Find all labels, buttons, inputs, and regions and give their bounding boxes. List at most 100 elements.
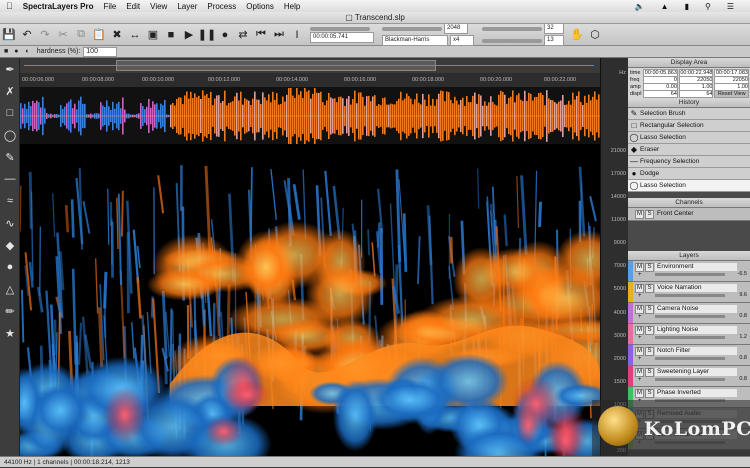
- add-icon[interactable]: +: [638, 272, 642, 278]
- history-item[interactable]: ●Dodge: [628, 168, 750, 180]
- frequency-selection-tool-icon[interactable]: ―: [0, 168, 20, 190]
- mute-button[interactable]: M: [635, 368, 644, 377]
- solo-button[interactable]: S: [645, 305, 654, 314]
- history-item[interactable]: ✎Selection Brush: [628, 108, 750, 120]
- channel-row[interactable]: MS Front Center: [628, 208, 750, 221]
- layer-gain-slider[interactable]: [655, 378, 725, 381]
- spray-tool-icon[interactable]: ★: [0, 322, 20, 344]
- timeline-overview[interactable]: [20, 58, 600, 73]
- wifi-icon[interactable]: ▲: [661, 2, 669, 11]
- menu-file[interactable]: File: [103, 2, 116, 11]
- frequency-ruler[interactable]: Hz 2100017000140001100090007000500040003…: [600, 58, 628, 456]
- time-field[interactable]: 00:00:05.741: [310, 32, 374, 43]
- cube-icon[interactable]: ⬡: [588, 27, 602, 43]
- history-item[interactable]: ◆Eraser: [628, 144, 750, 156]
- copy-icon[interactable]: ⧉: [74, 27, 88, 43]
- timeline-ruler[interactable]: 00:00:06.000 00:00:08.000 00:00:10.000 0…: [20, 58, 600, 88]
- display-area-field[interactable]: 64: [679, 90, 714, 98]
- brush-soft-icon[interactable]: ◖: [24, 48, 28, 55]
- solo-button[interactable]: S: [645, 368, 654, 377]
- spectrogram-view[interactable]: [20, 144, 600, 456]
- layer-gain-slider[interactable]: [655, 336, 725, 339]
- time-selection-tool-icon[interactable]: ✗: [0, 80, 20, 102]
- menu-edit[interactable]: Edit: [126, 2, 140, 11]
- fft-slider[interactable]: [382, 27, 442, 31]
- pause-icon[interactable]: ❚❚: [200, 27, 214, 43]
- magic-wand-tool-icon[interactable]: ∿: [0, 212, 20, 234]
- search-icon[interactable]: ⚲: [705, 2, 711, 11]
- layer-name[interactable]: Environment: [655, 263, 737, 271]
- mute-button[interactable]: M: [635, 263, 644, 272]
- mute-button[interactable]: M: [635, 210, 644, 219]
- mute-button[interactable]: M: [635, 389, 644, 398]
- brush-selection-tool-icon[interactable]: ✎: [0, 146, 20, 168]
- add-icon[interactable]: +: [638, 293, 642, 299]
- loop-icon[interactable]: ⇄: [236, 27, 250, 43]
- layer-row[interactable]: MSSweetening Layer+0.8: [628, 366, 750, 387]
- skip-forward-icon[interactable]: ⏭: [272, 27, 286, 43]
- layer-name[interactable]: Camera Noise: [655, 305, 737, 313]
- layer-name[interactable]: Sweetening Layer: [655, 368, 737, 376]
- eraser-tool-icon[interactable]: ◆: [0, 234, 20, 256]
- mute-button[interactable]: M: [635, 305, 644, 314]
- solo-button[interactable]: S: [645, 210, 654, 219]
- add-icon[interactable]: +: [638, 314, 642, 320]
- mute-button[interactable]: M: [635, 347, 644, 356]
- layer-row[interactable]: MSEnvironment+-6.5: [628, 261, 750, 282]
- delete-icon[interactable]: ✖: [110, 27, 124, 43]
- horizontal-zoom-icon[interactable]: ↔: [128, 27, 142, 43]
- undo-icon[interactable]: ↶: [20, 27, 34, 43]
- menu-process[interactable]: Process: [207, 2, 236, 11]
- cursor-icon[interactable]: I: [290, 27, 304, 43]
- redo-icon[interactable]: ↷: [38, 27, 52, 43]
- contrast-slider[interactable]: [482, 39, 542, 43]
- clone-stamp-tool-icon[interactable]: △: [0, 278, 20, 300]
- add-icon[interactable]: +: [638, 335, 642, 341]
- solo-button[interactable]: S: [645, 326, 654, 335]
- harmonic-selection-tool-icon[interactable]: ≈: [0, 190, 20, 212]
- record-icon[interactable]: ●: [218, 27, 232, 43]
- cut-icon[interactable]: ✂: [56, 27, 70, 43]
- hand-icon[interactable]: ✋: [570, 27, 584, 43]
- app-menu[interactable]: SpectraLayers Pro: [23, 2, 94, 11]
- skip-back-icon[interactable]: ⏮: [254, 27, 268, 43]
- solo-button[interactable]: S: [645, 389, 654, 398]
- add-icon[interactable]: +: [638, 356, 642, 362]
- volume-icon[interactable]: 🔈: [635, 2, 645, 11]
- apple-menu-icon[interactable]: : [6, 1, 13, 11]
- overlap-select[interactable]: x4: [450, 35, 474, 46]
- display-area-field[interactable]: 64: [643, 90, 678, 98]
- time-slider[interactable]: [310, 27, 370, 31]
- layer-row[interactable]: MSCamera Noise+0.8: [628, 303, 750, 324]
- hardness-input[interactable]: 100: [83, 47, 117, 57]
- paste-icon[interactable]: 📋: [92, 27, 106, 43]
- menu-help[interactable]: Help: [284, 2, 300, 11]
- bits-slider[interactable]: [482, 27, 542, 31]
- history-item[interactable]: ◯Lasso Selection: [628, 180, 750, 192]
- brush-shape-icon[interactable]: ■: [4, 48, 8, 55]
- dodge-tool-icon[interactable]: ●: [0, 256, 20, 278]
- save-icon[interactable]: 💾: [2, 27, 16, 43]
- layer-row[interactable]: MSVoice Narration+9.6: [628, 282, 750, 303]
- layer-name[interactable]: Notch Filter: [655, 347, 737, 355]
- layer-name[interactable]: Voice Narration: [655, 284, 737, 292]
- eyedropper-tool-icon[interactable]: ✒: [0, 58, 20, 80]
- history-item[interactable]: ―Frequency Selection: [628, 156, 750, 168]
- bits-field[interactable]: 32: [544, 23, 564, 34]
- layer-gain-slider[interactable]: [655, 315, 725, 318]
- brush-round-icon[interactable]: ●: [14, 48, 18, 55]
- pencil-tool-icon[interactable]: ✏: [0, 300, 20, 322]
- layer-row[interactable]: MSNotch Filter+0.8: [628, 345, 750, 366]
- menu-view[interactable]: View: [150, 2, 167, 11]
- fft-size-field[interactable]: 2048: [444, 23, 468, 34]
- lasso-selection-tool-icon[interactable]: ◯: [0, 124, 20, 146]
- menu-layer[interactable]: Layer: [177, 2, 197, 11]
- contrast-field[interactable]: 13: [544, 35, 564, 46]
- play-icon[interactable]: ▶: [182, 27, 196, 43]
- layer-gain-slider[interactable]: [655, 294, 725, 297]
- reset-view-button[interactable]: Reset View: [714, 90, 749, 98]
- layer-gain-slider[interactable]: [655, 357, 725, 360]
- layer-row[interactable]: MSLighting Noise+1.2: [628, 324, 750, 345]
- battery-icon[interactable]: ▮: [685, 2, 689, 11]
- mute-button[interactable]: M: [635, 326, 644, 335]
